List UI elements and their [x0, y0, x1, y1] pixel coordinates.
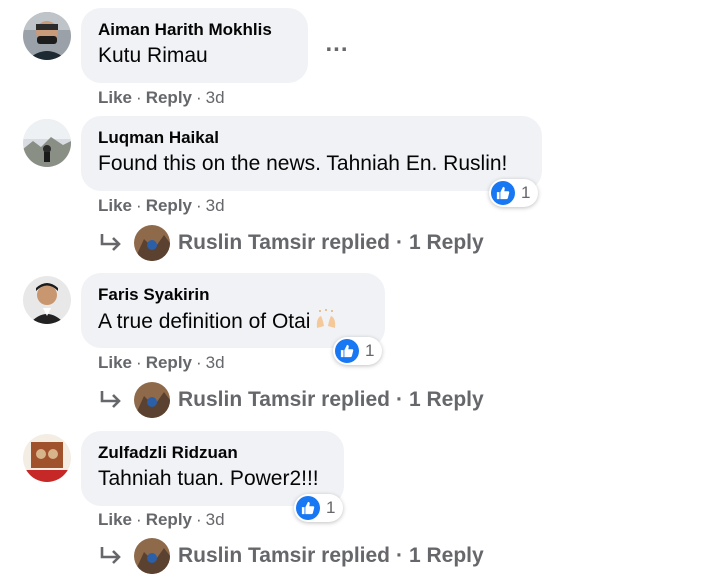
- reaction-badge[interactable]: 1: [294, 494, 344, 522]
- separator: ·: [136, 510, 142, 529]
- like-thumb-icon: [491, 181, 515, 205]
- reply-author-text: Ruslin Tamsir replied: [178, 544, 390, 567]
- comment-bubble: Faris Syakirin A true definition of Otai: [81, 273, 385, 348]
- comment-actions: Like · Reply · 3d: [98, 196, 225, 216]
- view-replies-link[interactable]: Ruslin Tamsir replied · 1 Reply: [98, 380, 484, 420]
- separator: ·: [396, 388, 403, 411]
- avatar[interactable]: [23, 434, 71, 482]
- raised-hands-emoji-icon: [314, 308, 338, 337]
- reply-author-text: Ruslin Tamsir replied: [178, 231, 390, 254]
- separator: ·: [196, 196, 202, 215]
- timestamp[interactable]: 3d: [206, 510, 225, 529]
- separator: ·: [196, 353, 202, 372]
- separator: ·: [396, 231, 403, 254]
- reply-button[interactable]: Reply: [146, 510, 192, 529]
- comment-text: Found this on the news. Tahniah En. Rusl…: [98, 152, 508, 175]
- reply-author-avatar: [134, 538, 170, 574]
- reply-button[interactable]: Reply: [146, 196, 192, 215]
- reaction-count: 1: [521, 183, 531, 202]
- like-thumb-icon: [296, 496, 320, 520]
- like-button[interactable]: Like: [98, 88, 132, 107]
- reply-count: 1 Reply: [409, 231, 484, 254]
- reply-author-avatar: [134, 225, 170, 261]
- comment-author[interactable]: Aiman Harith Mokhlis: [98, 20, 291, 40]
- like-thumb-icon: [335, 339, 359, 363]
- reply-arrow-icon: [98, 231, 126, 255]
- reply-button[interactable]: Reply: [146, 353, 192, 372]
- separator: ·: [136, 88, 142, 107]
- timestamp[interactable]: 3d: [206, 353, 225, 372]
- separator: ·: [136, 353, 142, 372]
- reaction-count: 1: [326, 498, 336, 517]
- comment-actions: Like · Reply · 3d: [98, 353, 225, 373]
- like-button[interactable]: Like: [98, 353, 132, 372]
- more-label: ...: [325, 30, 349, 57]
- reply-author-text: Ruslin Tamsir replied: [178, 388, 390, 411]
- reaction-count: 1: [365, 341, 375, 360]
- comment-actions: Like · Reply · 3d: [98, 510, 225, 530]
- reply-count: 1 Reply: [409, 388, 484, 411]
- reaction-badge[interactable]: 1: [489, 179, 539, 207]
- view-replies-link[interactable]: Ruslin Tamsir replied · 1 Reply: [98, 536, 484, 576]
- comment-text: A true definition of Otai: [98, 308, 368, 337]
- reply-arrow-icon: [98, 388, 126, 412]
- comment-bubble: Luqman Haikal Found this on the news. Ta…: [81, 116, 542, 191]
- comment-actions: Like · Reply · 3d: [98, 88, 225, 108]
- comment-author[interactable]: Luqman Haikal: [98, 128, 525, 148]
- timestamp[interactable]: 3d: [206, 196, 225, 215]
- reply-count: 1 Reply: [409, 544, 484, 567]
- comment-text-content: A true definition of Otai: [98, 310, 311, 334]
- separator: ·: [396, 544, 403, 567]
- reply-button[interactable]: Reply: [146, 88, 192, 107]
- comment-author[interactable]: Faris Syakirin: [98, 285, 368, 305]
- timestamp[interactable]: 3d: [206, 88, 225, 107]
- separator: ·: [196, 88, 202, 107]
- avatar[interactable]: [23, 276, 71, 324]
- comment-author[interactable]: Zulfadzli Ridzuan: [98, 443, 327, 463]
- more-options-icon[interactable]: ...: [324, 30, 350, 57]
- reaction-badge[interactable]: 1: [333, 337, 383, 365]
- reply-arrow-icon: [98, 544, 126, 568]
- like-button[interactable]: Like: [98, 196, 132, 215]
- avatar[interactable]: [23, 119, 71, 167]
- comment-text: Kutu Rimau: [98, 44, 208, 67]
- like-button[interactable]: Like: [98, 510, 132, 529]
- comment-bubble: Aiman Harith Mokhlis Kutu Rimau: [81, 8, 308, 83]
- separator: ·: [136, 196, 142, 215]
- view-replies-link[interactable]: Ruslin Tamsir replied · 1 Reply: [98, 223, 484, 263]
- separator: ·: [196, 510, 202, 529]
- avatar[interactable]: [23, 12, 71, 60]
- reply-author-avatar: [134, 382, 170, 418]
- comment-text: Tahniah tuan. Power2!!!: [98, 467, 319, 490]
